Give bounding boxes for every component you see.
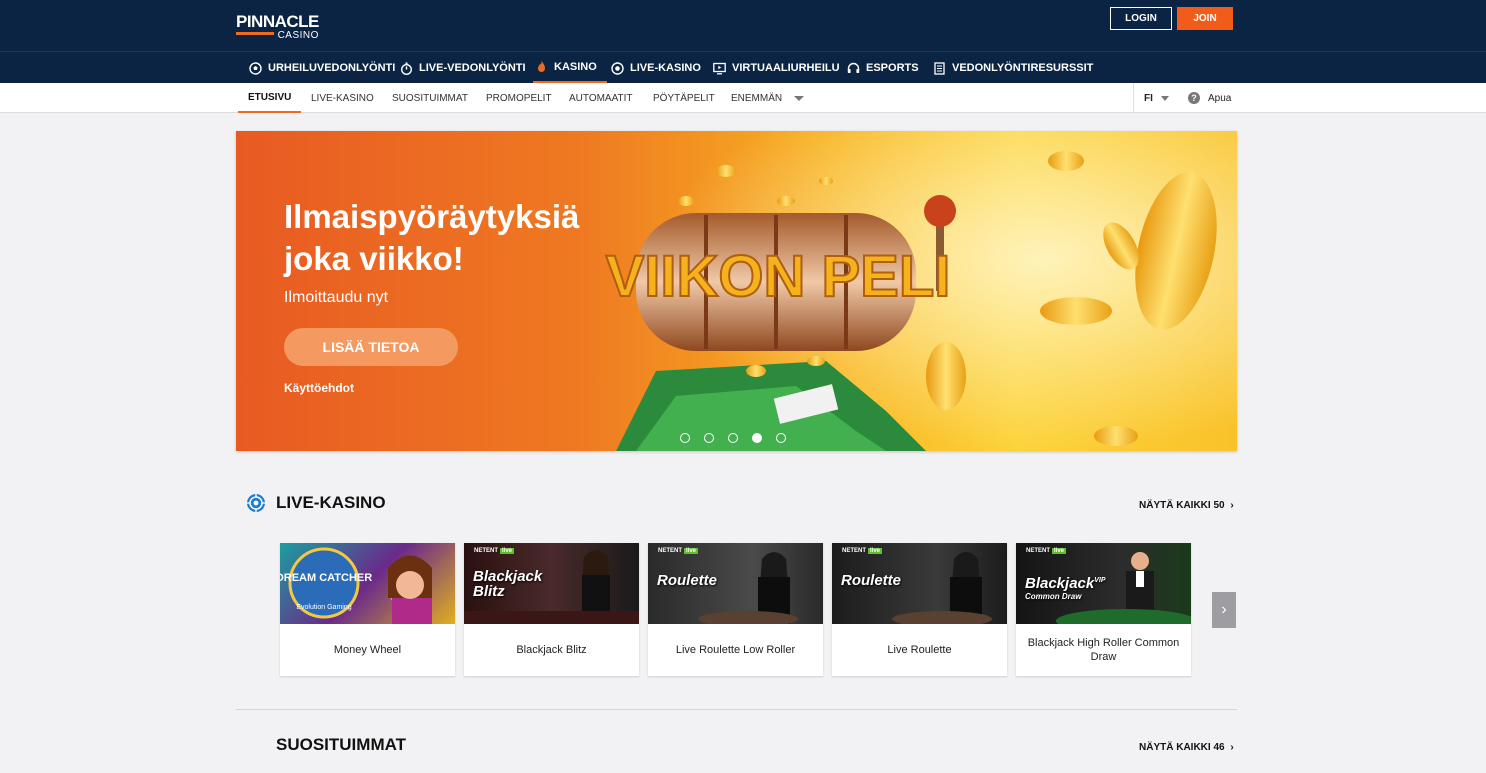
carousel-dot[interactable] [776, 433, 786, 443]
carousel-dot-active[interactable] [752, 433, 762, 443]
headset-icon [847, 62, 860, 75]
slot-machine-illustration: VIIKON PELI [596, 131, 1237, 451]
chevron-down-icon [794, 95, 805, 101]
game-thumbnail: NETENT live Roulette [648, 543, 823, 624]
vikon-peli-text: VIIKON PELI [606, 244, 951, 309]
nav-item-label: URHEILUVEDONLYÖNTI [268, 62, 396, 74]
thumbnail-game-name: Roulette [657, 572, 717, 589]
nav-item-kasino[interactable]: KASINO [533, 52, 607, 84]
game-card-live-roulette[interactable]: NETENT live Roulette Live Roulette [832, 543, 1007, 676]
carousel-dot[interactable] [680, 433, 690, 443]
game-card-money-wheel[interactable]: DREAM CATCHER Evolution Gaming Money Whe… [280, 543, 455, 676]
carousel-dot[interactable] [728, 433, 738, 443]
help-link[interactable]: ? Apua [1188, 83, 1231, 113]
carousel-dots [680, 433, 786, 443]
hero-banner[interactable]: VIIKON PELI Ilmaispyöräytyksiä joka viik… [236, 131, 1237, 451]
nav-item-live-vedonlyonti[interactable]: LIVE-VEDONLYÖNTI [400, 52, 526, 84]
game-card-blackjack-high-roller[interactable]: NETENT live BlackjackVIP Common Draw Blac… [1016, 543, 1191, 676]
see-all-live-kasino-link[interactable]: NÄYTÄ KAIKKI 50 › [1139, 500, 1234, 511]
subnav-item-enemman[interactable]: ENEMMÄN [731, 83, 805, 113]
section-title-suosituimmat: SUOSITUIMMAT [276, 735, 407, 754]
nav-item-label: ESPORTS [866, 62, 919, 74]
hero-title: Ilmaispyöräytyksiä joka viikko! [284, 198, 580, 277]
dream-catcher-sub: Evolution Gaming [296, 604, 351, 611]
carousel-dot[interactable] [704, 433, 714, 443]
game-card-title: Live Roulette Low Roller [675, 644, 796, 656]
help-icon: ? [1188, 92, 1200, 104]
language-code: FI [1144, 92, 1153, 104]
subnav-item-promopelit[interactable]: PROMOPELIT [486, 83, 552, 113]
flame-icon [535, 60, 548, 73]
lisaa-tietoa-button[interactable]: LISÄÄ TIETOA [284, 328, 458, 366]
nav-item-label: LIVE-KASINO [630, 62, 701, 74]
main-nav: URHEILUVEDONLYÖNTI LIVE-VEDONLYÖNTI KASI… [0, 51, 1486, 84]
provider-badge: NETENT live [658, 548, 699, 554]
game-thumbnail: DREAM CATCHER Evolution Gaming [280, 543, 455, 624]
nav-item-live-kasino[interactable]: LIVE-KASINO [611, 52, 701, 84]
game-card-title: Live Roulette [887, 644, 952, 656]
join-button[interactable]: JOIN [1177, 7, 1233, 30]
carousel-next-button[interactable]: › [1212, 592, 1236, 628]
dream-catcher-title: DREAM CATCHER [280, 572, 372, 584]
subnav-item-live-kasino[interactable]: LIVE-KASINO [311, 83, 374, 113]
dream-catcher-art: DREAM CATCHER Evolution Gaming [280, 547, 432, 624]
pinnacle-logo[interactable]: PINNACLE CASINO [236, 13, 319, 41]
roulette-icon [611, 61, 624, 75]
game-card-title: Blackjack Blitz [516, 644, 587, 656]
nav-item-virtuaaliurheilu[interactable]: VIRTUAALIURHEILU [713, 52, 840, 84]
nav-item-esports[interactable]: ESPORTS [847, 52, 919, 84]
soccer-ball-icon [249, 61, 262, 75]
chevron-right-icon: › [1230, 742, 1234, 753]
nav-item-label: VIRTUAALIURHEILU [732, 62, 840, 74]
provider-badge: NETENT live [474, 548, 515, 554]
nav-item-label: VEDONLYÖNTIRESURSSIT [952, 62, 1094, 74]
logo-brand: PINNACLE [236, 12, 319, 31]
game-thumbnail: NETENT live Blackjack Blitz [464, 543, 639, 624]
chevron-down-icon [1160, 95, 1169, 101]
subnav-item-poytapelit[interactable]: PÖYTÄPELIT [653, 83, 715, 113]
nav-item-label: LIVE-VEDONLYÖNTI [419, 62, 526, 74]
thumbnail-game-name: Roulette [841, 572, 901, 589]
thumbnail-game-name: Blackjack Blitz [473, 568, 543, 600]
subnav-item-automaatit[interactable]: AUTOMAATIT [569, 83, 633, 113]
stopwatch-icon [400, 62, 413, 75]
subnav-item-etusivu[interactable]: ETUSIVU [238, 83, 302, 113]
subnav-item-label: ENEMMÄN [731, 92, 783, 104]
hero-subtitle: Ilmoittaudu nyt [284, 289, 389, 306]
terms-link[interactable]: Käyttöehdot [284, 381, 354, 395]
game-thumbnail: NETENT live Roulette [832, 543, 1007, 624]
nav-item-urheiluvedonlyonti[interactable]: URHEILUVEDONLYÖNTI [249, 52, 395, 84]
chevron-right-icon: › [1221, 601, 1227, 618]
logo-accent-bar [236, 32, 274, 35]
section-divider [236, 709, 1237, 710]
game-card-title: Money Wheel [333, 644, 402, 656]
game-card-live-roulette-low-roller[interactable]: NETENT live Roulette Live Roulette Low Ro… [648, 543, 823, 676]
section-title-live-kasino: LIVE-KASINO [276, 493, 386, 512]
provider-badge: NETENT live [1026, 548, 1067, 554]
game-thumbnail: NETENT live BlackjackVIP Common Draw [1016, 543, 1191, 624]
language-selector[interactable]: FI [1133, 83, 1169, 113]
help-label: Apua [1208, 92, 1232, 104]
see-all-label: NÄYTÄ KAIKKI 50 [1139, 500, 1225, 511]
sub-nav: ETUSIVU LIVE-KASINO SUOSITUIMMAT PROMOPE… [0, 83, 1486, 113]
provider-badge: NETENT live [842, 548, 883, 554]
subnav-item-suosituimmat[interactable]: SUOSITUIMMAT [392, 83, 468, 113]
chevron-right-icon: › [1230, 500, 1234, 511]
nav-item-vedonlyontiresurssit[interactable]: VEDONLYÖNTIRESURSSIT [933, 52, 1093, 84]
roulette-icon [247, 494, 265, 512]
game-card-blackjack-blitz[interactable]: NETENT live Blackjack Blitz Blackjack Bli… [464, 543, 639, 676]
login-button[interactable]: LOGIN [1110, 7, 1172, 30]
document-icon [933, 61, 946, 75]
nav-item-label: KASINO [554, 60, 597, 73]
top-header: PINNACLE CASINO LOGIN JOIN [0, 0, 1486, 51]
game-card-title: Blackjack High Roller Common Draw [1027, 637, 1180, 663]
see-all-label: NÄYTÄ KAIKKI 46 [1139, 742, 1225, 753]
thumbnail-game-name: BlackjackVIP Common Draw [1025, 575, 1106, 601]
see-all-suosituimmat-link[interactable]: NÄYTÄ KAIKKI 46 › [1139, 742, 1234, 753]
monitor-icon [713, 62, 726, 75]
